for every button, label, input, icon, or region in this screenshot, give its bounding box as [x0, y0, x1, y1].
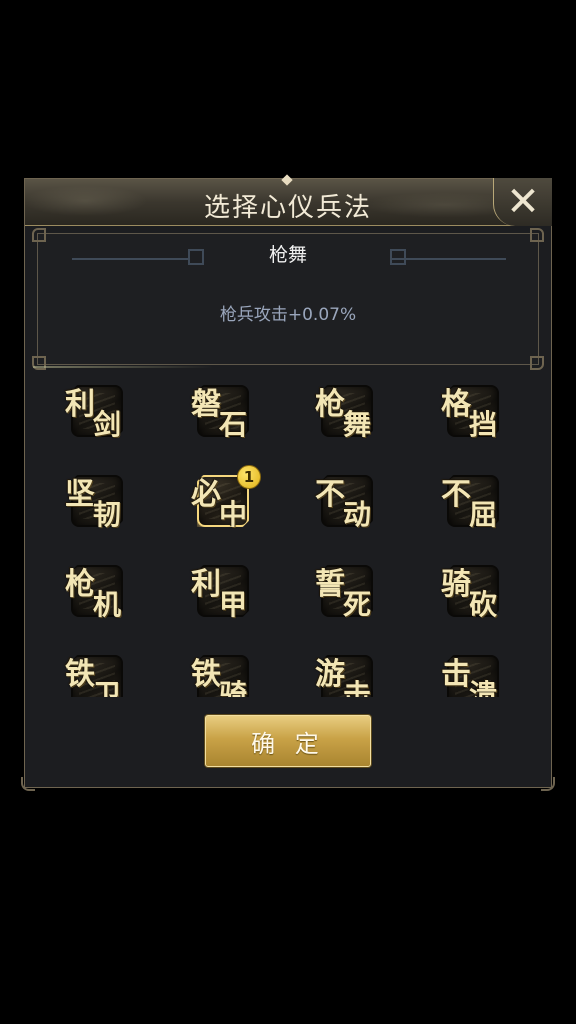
skill-glyph-bottom: 挡 — [469, 408, 498, 441]
skill-glyph-bottom: 舞 — [343, 408, 372, 441]
skill-glyph-top: 铁 — [65, 657, 95, 692]
dialog-titlebar: 选择心仪兵法 ✕ — [25, 174, 552, 226]
count-badge: 1 — [237, 465, 261, 489]
skill-glyph-top: 必 — [191, 477, 221, 512]
skill-glyph-bottom: 屈 — [469, 498, 498, 531]
skill-slot[interactable]: 铁骑 — [191, 649, 255, 697]
confirm-button[interactable]: 确 定 — [205, 715, 371, 767]
dialog-corner-ornament — [541, 777, 555, 791]
skill-slot[interactable]: 必中 1 — [191, 465, 261, 533]
selected-skill-description: 枪兵攻击+0.07% — [219, 305, 357, 325]
skill-slot[interactable]: 骑砍 — [441, 559, 505, 623]
skill-slot[interactable]: 枪机 — [65, 559, 129, 623]
skill-glyph-top: 铁 — [191, 657, 221, 692]
skill-glyph-bottom: 剑 — [93, 408, 122, 441]
skill-slot[interactable]: 格挡 — [441, 379, 505, 443]
skill-glyph-bottom: 骑 — [219, 678, 248, 697]
skill-glyph-bottom: 卫 — [93, 678, 122, 697]
panel-corner-ornament — [530, 356, 544, 370]
skill-slot[interactable]: 利剑 — [65, 379, 129, 443]
panel-glow-line — [33, 366, 213, 368]
skill-glyph-bottom: 动 — [343, 498, 372, 531]
close-button[interactable]: ✕ — [493, 178, 552, 226]
skill-glyph-top: 不 — [441, 477, 471, 512]
dialog-corner-ornament — [21, 777, 35, 791]
skill-glyph-bottom: 砍 — [469, 588, 498, 621]
skill-glyph-top: 格 — [441, 387, 471, 422]
skill-glyph-top: 誓 — [315, 567, 345, 602]
skill-glyph-bottom: 石 — [219, 408, 248, 441]
skill-slot[interactable]: 枪舞 — [315, 379, 379, 443]
skill-detail-panel: 枪舞 枪兵攻击+0.07% — [32, 228, 544, 370]
skill-glyph-bottom: 中 — [219, 498, 248, 531]
skill-glyph-top: 坚 — [65, 477, 95, 512]
selected-skill-name: 枪舞 — [268, 244, 307, 266]
skill-glyph-bottom: 韧 — [93, 498, 122, 531]
select-strategy-dialog: 选择心仪兵法 ✕ 枪舞 枪兵攻击+0.07% 利剑磐石枪舞格挡坚韧必中1不动不屈… — [21, 174, 555, 791]
skill-glyph-top: 击 — [441, 657, 471, 692]
skill-grid[interactable]: 利剑磐石枪舞格挡坚韧必中1不动不屈枪机利甲誓死骑砍铁卫铁骑游击击溃 — [25, 369, 551, 697]
skill-glyph-top: 不 — [315, 477, 345, 512]
skill-glyph-top: 游 — [315, 657, 345, 692]
skill-slot[interactable]: 坚韧 — [65, 469, 129, 533]
skill-slot[interactable]: 磐石 — [191, 379, 255, 443]
skill-slot[interactable]: 击溃 — [441, 649, 505, 697]
dialog-title: 选择心仪兵法 — [203, 193, 372, 223]
skill-glyph-bottom: 溃 — [469, 678, 498, 697]
skill-glyph-top: 枪 — [65, 567, 95, 602]
skill-glyph-top: 磐 — [191, 387, 221, 422]
skill-slot[interactable]: 不屈 — [441, 469, 505, 533]
skill-glyph-bottom: 击 — [343, 678, 372, 697]
skill-slot[interactable]: 游击 — [315, 649, 379, 697]
skill-glyph-bottom: 死 — [343, 588, 372, 621]
skill-slot[interactable]: 誓死 — [315, 559, 379, 623]
skill-slot[interactable]: 铁卫 — [65, 649, 129, 697]
confirm-button-label: 确 定 — [251, 729, 325, 758]
skill-glyph-top: 利 — [65, 387, 95, 422]
skill-slot[interactable]: 不动 — [315, 469, 379, 533]
skill-glyph-bottom: 甲 — [219, 588, 248, 621]
skill-glyph-bottom: 机 — [93, 588, 122, 621]
skill-slot[interactable]: 利甲 — [191, 559, 255, 623]
skill-glyph-top: 枪 — [315, 387, 345, 422]
skill-glyph-top: 利 — [191, 567, 221, 602]
close-x-icon: ✕ — [506, 179, 540, 225]
skill-glyph-top: 骑 — [441, 567, 471, 602]
